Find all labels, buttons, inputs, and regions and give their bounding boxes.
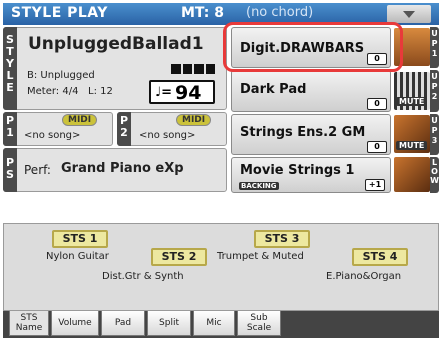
track-upper2-name: Dark Pad xyxy=(240,82,307,97)
up1-side-tab: UP1 xyxy=(430,27,439,68)
p1-song-name: <no song> xyxy=(24,130,81,141)
tab-split[interactable]: Split xyxy=(147,311,191,336)
up2-side-tab: UP2 xyxy=(430,70,439,112)
sts2-button[interactable]: STS 2 xyxy=(151,248,207,266)
backing-badge: BACKING xyxy=(239,182,279,190)
track-upper2[interactable]: Dark Pad 0 xyxy=(231,70,391,112)
sts3-name: Trumpet & Muted xyxy=(217,251,304,262)
tab-mic[interactable]: Mic xyxy=(193,311,235,336)
style-name: UnpluggedBallad1 xyxy=(28,34,204,54)
track-upper2-octave: 0 xyxy=(367,98,387,110)
style-length: L: 12 xyxy=(88,86,113,97)
chevron-down-icon xyxy=(403,10,415,18)
tab-volume[interactable]: Volume xyxy=(51,311,99,336)
sts1-name: Nylon Guitar xyxy=(46,251,109,262)
bottom-tab-bar: STS Name Volume Pad Split Mic Sub Scale xyxy=(3,311,439,338)
style-side-label: STYLE xyxy=(6,33,14,94)
p2-midi-badge: MIDI xyxy=(176,114,212,126)
style-side-tab[interactable]: STYLE xyxy=(3,27,17,110)
master-transpose: MT: 8 xyxy=(181,5,224,21)
track-lower[interactable]: Movie Strings 1 BACKING +1 xyxy=(231,157,391,193)
sts4-button[interactable]: STS 4 xyxy=(352,248,408,266)
tempo-display[interactable]: ♩= 94 xyxy=(149,80,215,104)
track-lower-name: Movie Strings 1 xyxy=(240,163,355,178)
style-play-window: STYLE PLAY MT: 8 (no chord) STYLE Unplug… xyxy=(0,0,443,338)
perf-label: Perf: xyxy=(24,163,51,177)
tempo-note-icon: ♩= xyxy=(155,85,173,100)
ps-side-tab: PS xyxy=(3,148,17,192)
up3-side-tab: UP3 xyxy=(430,114,439,155)
tab-sub-scale[interactable]: Sub Scale xyxy=(237,311,281,336)
page-title: STYLE PLAY xyxy=(11,5,108,21)
performance-name: Grand Piano eXp xyxy=(61,161,184,176)
sts-panel: STS 1 Nylon Guitar STS 2 Dist.Gtr & Synt… xyxy=(3,223,439,311)
chord-display: (no chord) xyxy=(246,5,314,20)
style-bank: B: Unplugged xyxy=(27,70,95,81)
beat-indicator xyxy=(171,64,215,74)
p2-side-tab: P2 xyxy=(117,112,131,146)
style-meter: Meter: 4/4 xyxy=(27,86,79,97)
sts1-button[interactable]: STS 1 xyxy=(52,230,108,248)
sts3-button[interactable]: STS 3 xyxy=(254,230,310,248)
track-upper2-mute: MUTE xyxy=(396,97,428,106)
sts4-name: E.Piano&Organ xyxy=(326,271,402,282)
cello-icon[interactable] xyxy=(394,157,430,192)
track-upper3-mute: MUTE xyxy=(396,141,428,150)
track-upper3-name: Strings Ens.2 GM xyxy=(240,125,366,140)
track-upper3[interactable]: Strings Ens.2 GM 0 xyxy=(231,114,391,155)
tab-pad[interactable]: Pad xyxy=(101,311,145,336)
track-lower-octave: +1 xyxy=(365,179,385,191)
sts2-name: Dist.Gtr & Synth xyxy=(102,271,184,282)
page-menu-button[interactable] xyxy=(387,5,431,23)
p1-side-tab: P1 xyxy=(3,112,17,146)
tab-sts-name[interactable]: STS Name xyxy=(9,311,49,336)
track-upper3-octave: 0 xyxy=(367,141,387,153)
low-side-tab: LOW xyxy=(430,157,439,193)
tempo-value: 94 xyxy=(175,82,202,104)
p1-midi-badge: MIDI xyxy=(62,114,98,126)
highlight-annotation xyxy=(223,22,403,72)
p2-song-name: <no song> xyxy=(139,130,196,141)
